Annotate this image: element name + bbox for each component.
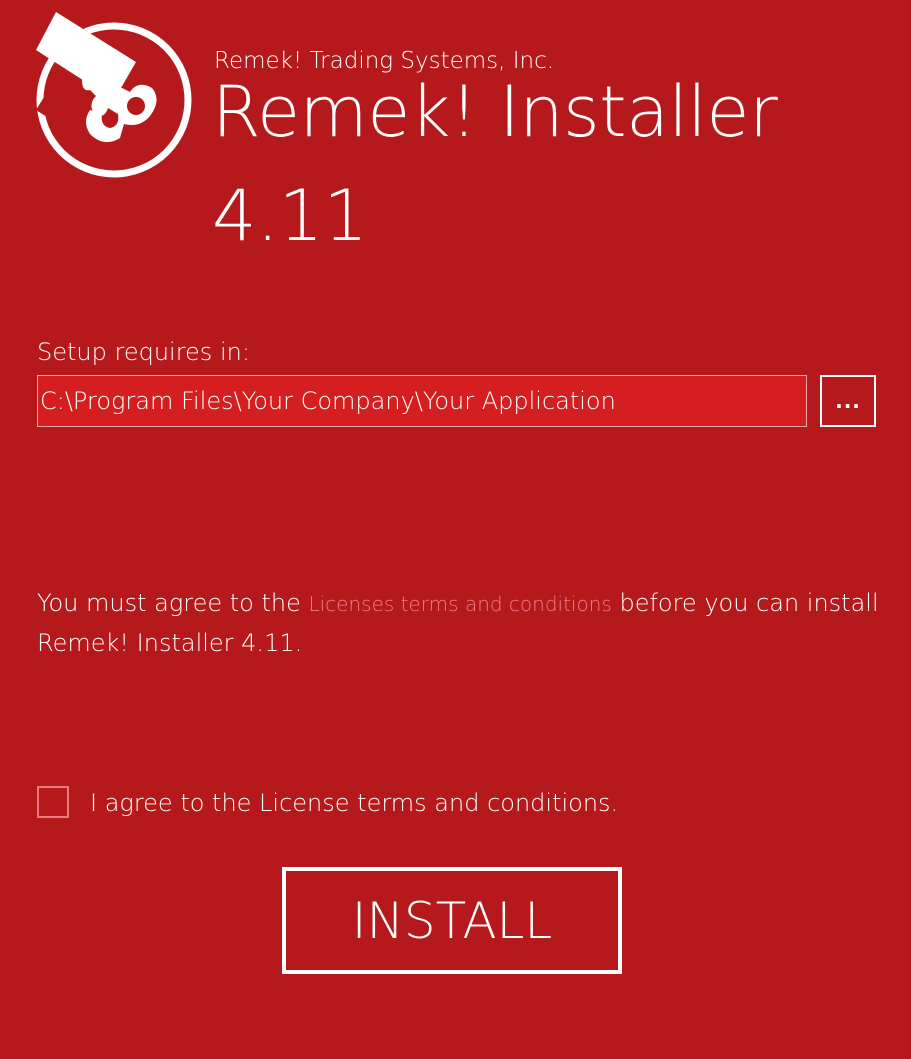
license-notice-prefix: You must agree to the: [37, 589, 309, 617]
app-title: Remek! Installer: [212, 71, 778, 153]
install-button[interactable]: INSTALL: [282, 867, 622, 974]
browse-button[interactable]: ...: [820, 375, 876, 427]
app-version: 4.11: [212, 175, 368, 257]
install-path-input[interactable]: [37, 375, 807, 427]
agree-checkbox-label[interactable]: I agree to the License terms and conditi…: [90, 789, 618, 817]
license-notice: You must agree to the Licenses terms and…: [37, 584, 897, 663]
agree-checkbox[interactable]: [37, 786, 69, 818]
install-path-label: Setup requires in:: [37, 338, 250, 366]
license-terms-link[interactable]: Licenses terms and conditions: [308, 592, 611, 616]
puzzle-piece-logo-icon: [34, 10, 194, 182]
